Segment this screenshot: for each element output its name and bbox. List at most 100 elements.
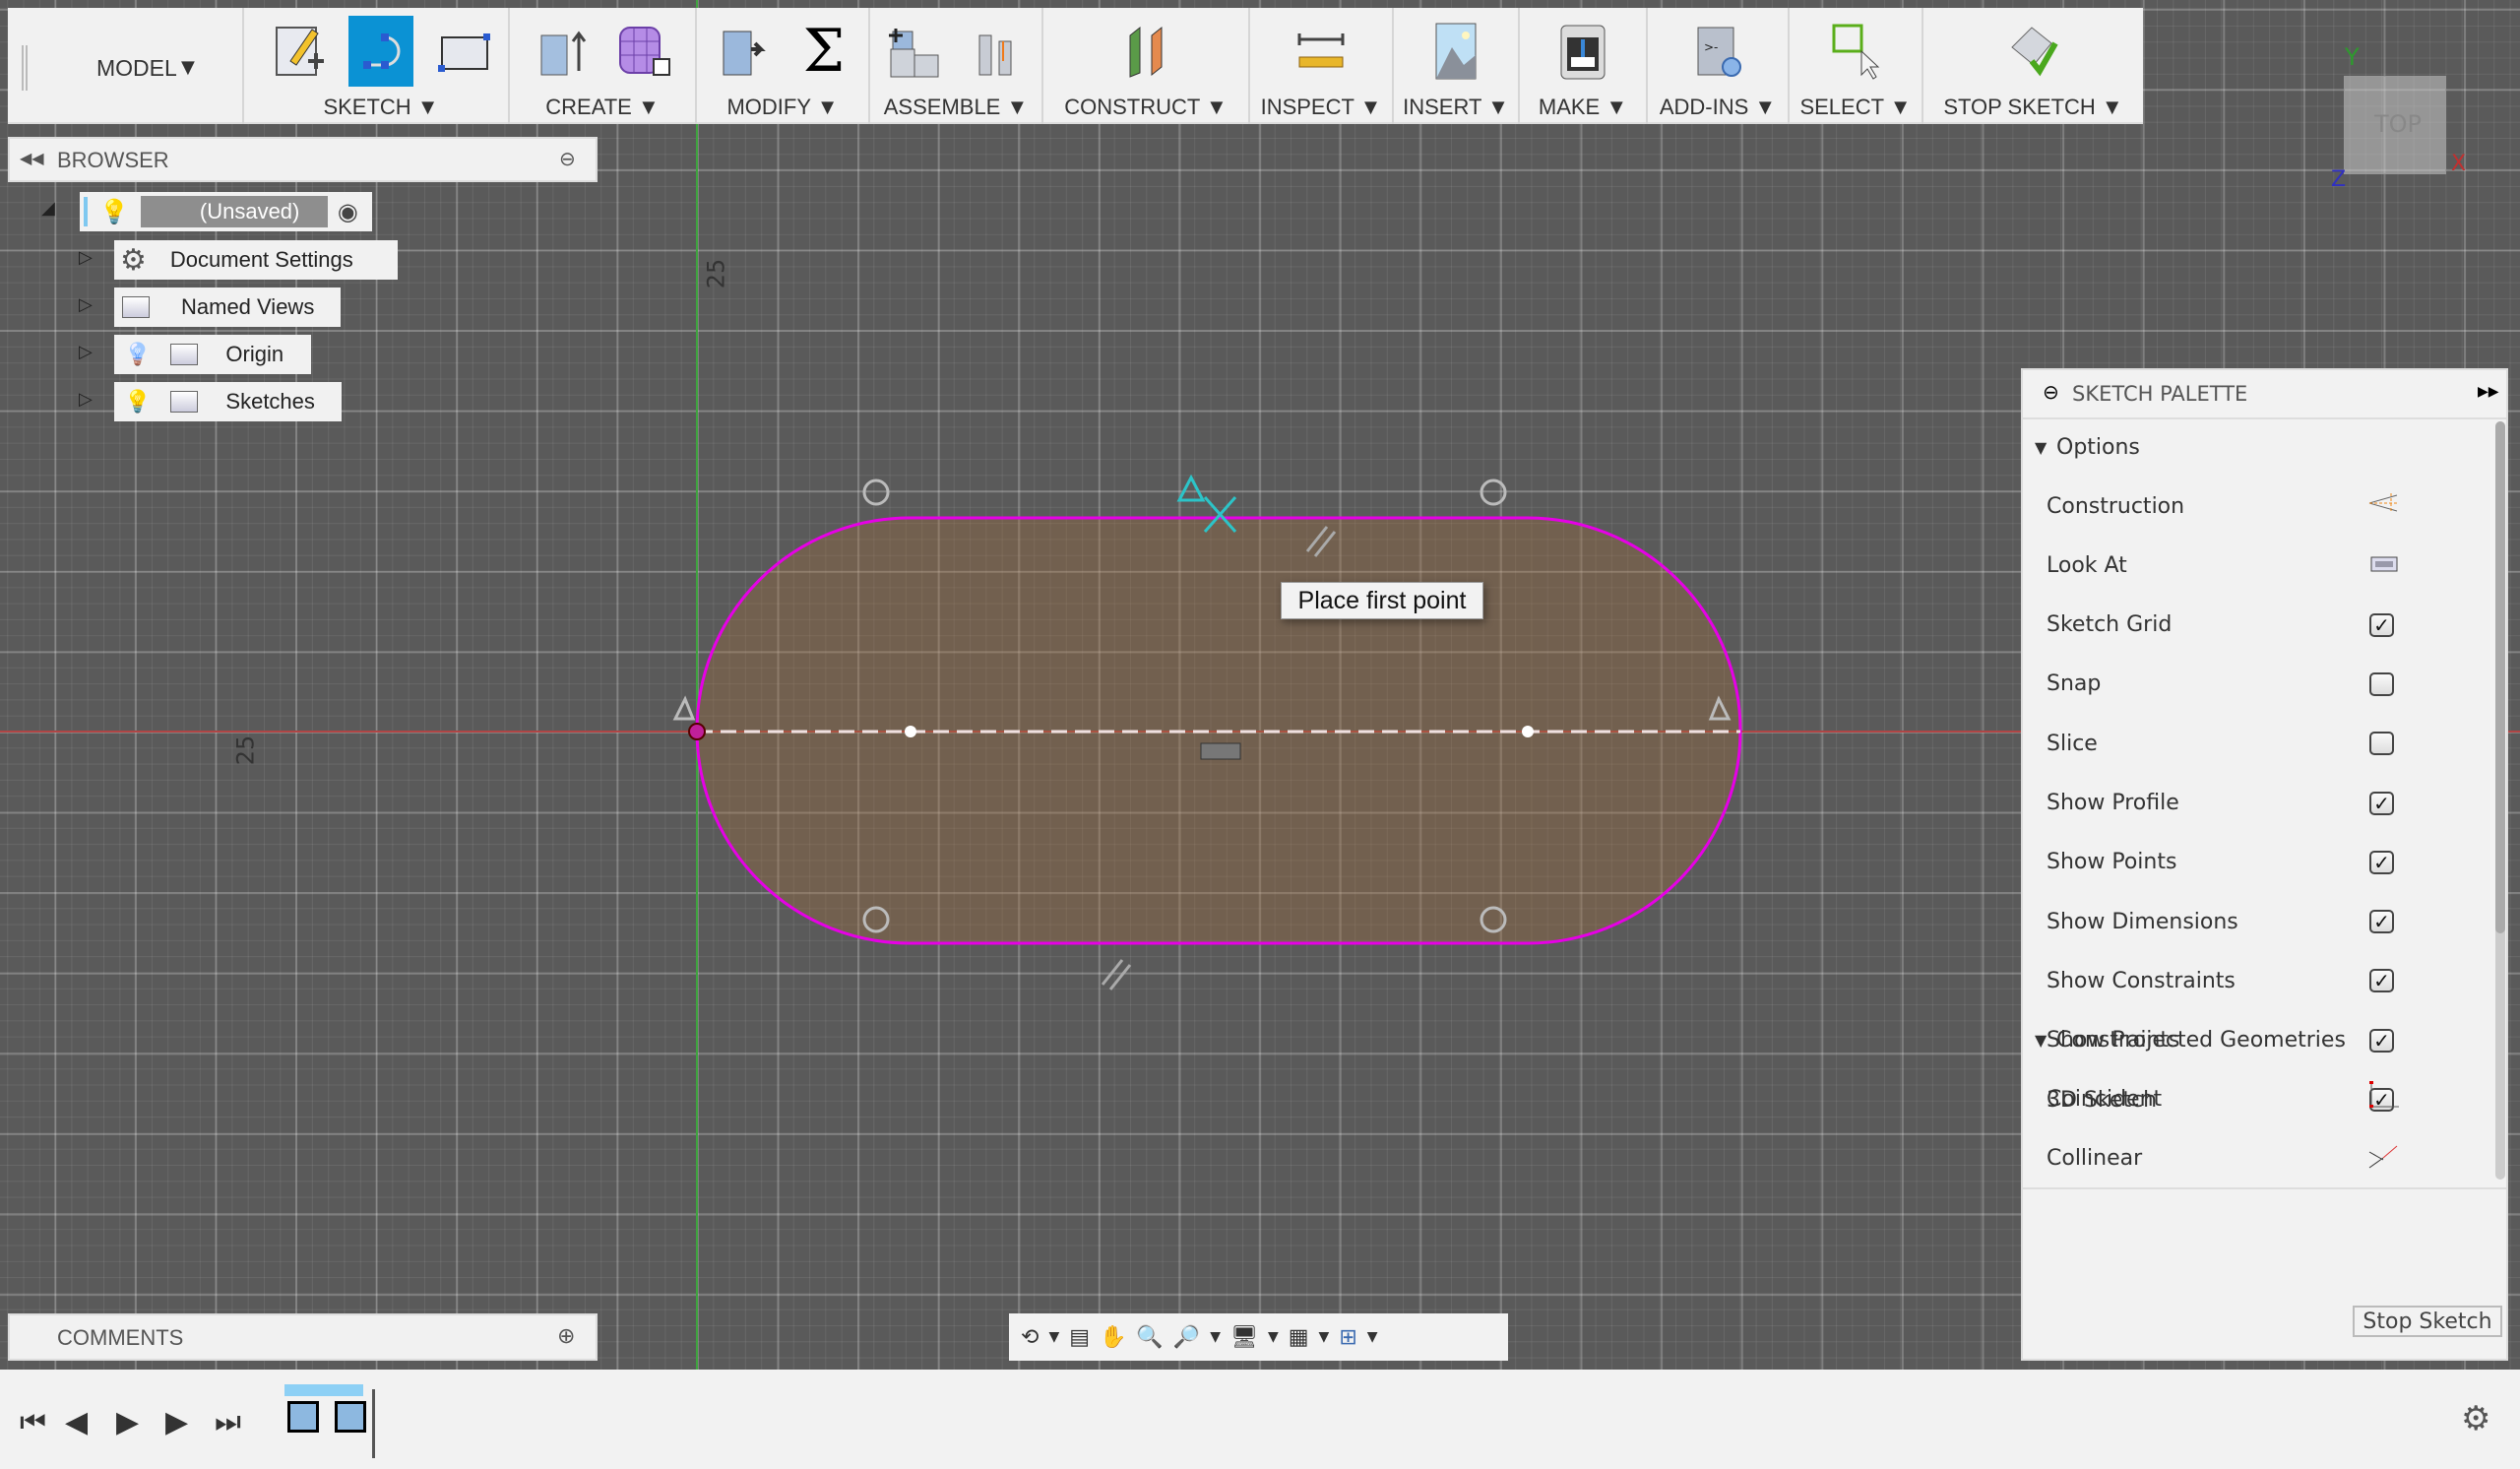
chevron-down-icon[interactable]: ▼ xyxy=(1048,1329,1059,1345)
step-forward-icon[interactable]: ▶ xyxy=(165,1405,188,1439)
tree-item-origin[interactable]: 💡 Origin xyxy=(114,335,311,374)
rectangle-icon[interactable] xyxy=(431,16,496,87)
look-at-icon[interactable]: ▤ xyxy=(1069,1325,1090,1350)
lightbulb-icon[interactable]: 💡 xyxy=(124,342,151,367)
make-menu[interactable]: MAKE ▼ xyxy=(1520,95,1646,120)
collinear-icon[interactable] xyxy=(2367,1140,2399,1176)
palette-option-show-points[interactable]: Show Points ✓ xyxy=(2023,833,2486,892)
palette-option-construction[interactable]: Construction xyxy=(2023,477,2486,536)
collapse-triangle-icon[interactable]: ▼ xyxy=(2035,438,2047,457)
addins-menu[interactable]: ADD-INS ▼ xyxy=(1648,95,1788,120)
addins-group[interactable]: >- ADD-INS ▼ xyxy=(1648,8,1790,124)
assemble-menu[interactable]: ASSEMBLE ▼ xyxy=(870,95,1041,120)
add-comment-icon[interactable]: ⊕ xyxy=(557,1323,575,1349)
sketch-group[interactable]: SKETCH ▼ xyxy=(254,8,510,124)
palette-option-slice[interactable]: Slice xyxy=(2023,714,2486,773)
collapse-triangle-icon[interactable]: ▼ xyxy=(2035,1031,2047,1050)
checkbox[interactable] xyxy=(2369,671,2394,696)
select-menu[interactable]: SELECT ▼ xyxy=(1790,95,1922,120)
orbit-icon[interactable]: ⟲ xyxy=(1021,1325,1039,1350)
create-group[interactable]: CREATE ▼ xyxy=(510,8,697,124)
palette-option-sketch-grid[interactable]: Sketch Grid ✓ xyxy=(2023,596,2486,655)
stop-sketch-button[interactable]: Stop Sketch xyxy=(2353,1306,2502,1337)
viewcube-face-top[interactable]: TOP xyxy=(2374,110,2422,138)
pan-hand-icon[interactable]: ✋ xyxy=(1100,1325,1126,1350)
checkbox[interactable]: ✓ xyxy=(2369,969,2394,993)
tree-item-sketches[interactable]: 💡 Sketches xyxy=(114,382,342,421)
inspect-menu[interactable]: INSPECT ▼ xyxy=(1250,95,1392,120)
expand-panel-icon[interactable]: ▶▶ xyxy=(2478,384,2499,400)
tree-root[interactable]: 💡 (Unsaved) ◉ xyxy=(80,192,372,231)
go-to-start-icon[interactable]: ⏮ xyxy=(20,1405,46,1439)
checkbox[interactable]: ✓ xyxy=(2369,791,2394,815)
chevron-down-icon[interactable]: ▼ xyxy=(1268,1329,1279,1345)
palette-header[interactable]: ⊖ SKETCH PALETTE ▶▶ xyxy=(2023,370,2506,419)
constraint-coincident[interactable]: Coincident xyxy=(2023,1069,2486,1128)
form-icon[interactable] xyxy=(611,16,676,87)
minimize-icon[interactable]: ⊖ xyxy=(559,147,576,171)
inspect-group[interactable]: INSPECT ▼ xyxy=(1250,8,1394,124)
chevron-down-icon[interactable]: ▼ xyxy=(1210,1329,1221,1345)
collapse-panel-icon[interactable]: ◀◀ xyxy=(20,149,44,168)
expand-arrow-icon[interactable]: ▷ xyxy=(79,247,93,268)
timeline-sketch-feature-icon[interactable] xyxy=(335,1401,366,1433)
look-at-icon[interactable] xyxy=(2367,549,2401,581)
viewports-icon[interactable]: ⊞ xyxy=(1339,1325,1356,1350)
zoom-icon[interactable]: 🔍 xyxy=(1136,1325,1163,1350)
palette-option-show-profile[interactable]: Show Profile ✓ xyxy=(2023,774,2486,833)
palette-option-show-constraints[interactable]: Show Constraints ✓ xyxy=(2023,951,2486,1010)
constraint-collinear[interactable]: Collinear xyxy=(2023,1128,2486,1187)
create-sketch-icon[interactable] xyxy=(266,16,331,87)
assemble-group[interactable]: ASSEMBLE ▼ xyxy=(870,8,1043,124)
step-back-icon[interactable]: ◀ xyxy=(65,1405,88,1439)
3d-print-icon[interactable] xyxy=(1550,16,1615,87)
checkbox[interactable]: ✓ xyxy=(2369,910,2394,934)
select-group[interactable]: SELECT ▼ xyxy=(1790,8,1923,124)
sketch-menu[interactable]: SKETCH ▼ xyxy=(254,95,508,120)
toolbar-grip[interactable] xyxy=(22,45,28,91)
make-group[interactable]: MAKE ▼ xyxy=(1520,8,1648,124)
stop-sketch-menu[interactable]: STOP SKETCH ▼ xyxy=(1923,95,2143,120)
offset-plane-icon[interactable] xyxy=(1113,16,1178,87)
minimize-icon[interactable]: ⊖ xyxy=(2043,380,2059,404)
workspace-switcher[interactable]: MODEL ▼ xyxy=(8,8,244,124)
gear-icon[interactable]: ⚙ xyxy=(2461,1399,2490,1438)
lightbulb-icon[interactable]: 💡 xyxy=(99,198,129,226)
viewcube[interactable]: TOP xyxy=(2344,76,2446,174)
grid-settings-icon[interactable]: ▦ xyxy=(1289,1325,1309,1350)
checkbox[interactable]: ✓ xyxy=(2369,612,2394,637)
checkbox[interactable]: ✓ xyxy=(2369,850,2394,874)
chevron-down-icon[interactable]: ▼ xyxy=(1367,1329,1378,1345)
construction-icon[interactable] xyxy=(2367,491,2401,521)
component-name[interactable]: (Unsaved) xyxy=(140,196,328,227)
insert-menu[interactable]: INSERT ▼ xyxy=(1394,95,1518,120)
lightbulb-icon[interactable]: 💡 xyxy=(124,389,151,415)
new-component-icon[interactable] xyxy=(882,16,947,87)
extrude-icon[interactable] xyxy=(529,16,594,87)
expand-arrow-icon[interactable]: ▷ xyxy=(79,342,93,362)
insert-image-icon[interactable] xyxy=(1423,16,1488,87)
chevron-down-icon[interactable]: ▼ xyxy=(1319,1329,1330,1345)
stop-sketch-icon[interactable] xyxy=(2001,16,2066,87)
modify-group[interactable]: Σ MODIFY ▼ xyxy=(697,8,870,124)
expand-arrow-icon[interactable]: ▷ xyxy=(79,389,93,410)
comments-panel-header[interactable]: COMMENTS ⊕ xyxy=(8,1313,598,1361)
collapse-arrow-icon[interactable]: ◢ xyxy=(41,198,55,219)
palette-option-look-at[interactable]: Look At xyxy=(2023,536,2486,595)
browser-panel-header[interactable]: ◀◀ BROWSER ⊖ xyxy=(8,137,598,182)
stop-sketch-group[interactable]: STOP SKETCH ▼ xyxy=(1923,8,2143,124)
timeline-sketch-feature-icon[interactable] xyxy=(287,1401,319,1433)
insert-group[interactable]: INSERT ▼ xyxy=(1394,8,1520,124)
scripts-icon[interactable]: >- xyxy=(1685,16,1750,87)
display-settings-icon[interactable]: 🖥 xyxy=(1230,1325,1258,1350)
checkbox[interactable] xyxy=(2369,732,2394,756)
joint-icon[interactable] xyxy=(965,16,1030,87)
radio-activate-icon[interactable]: ◉ xyxy=(338,198,358,226)
expand-arrow-icon[interactable]: ▷ xyxy=(79,294,93,315)
select-icon[interactable] xyxy=(1823,16,1888,87)
sigma-icon[interactable]: Σ xyxy=(791,16,856,87)
press-pull-icon[interactable] xyxy=(709,16,774,87)
fit-icon[interactable]: 🔎 xyxy=(1173,1325,1200,1350)
palette-option-snap[interactable]: Snap xyxy=(2023,655,2486,714)
measure-icon[interactable] xyxy=(1289,16,1354,87)
